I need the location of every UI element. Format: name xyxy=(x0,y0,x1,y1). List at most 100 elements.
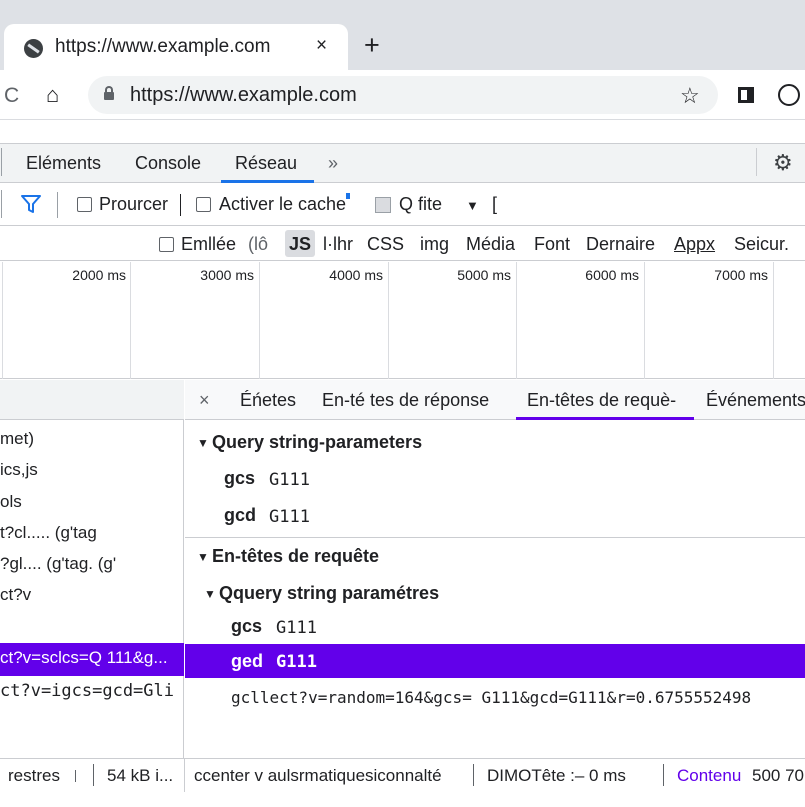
type-security[interactable]: Seicur. xyxy=(734,234,789,255)
tab-network[interactable]: Réseau xyxy=(235,153,297,174)
active-tab-indicator xyxy=(221,180,314,183)
section-title[interactable]: En-têtes de requête xyxy=(212,546,379,567)
request-row[interactable]: ct?v=igcs=gcd=Gli xyxy=(0,676,184,708)
status-content[interactable]: Contenu xyxy=(677,766,741,786)
disable-cache-checkbox[interactable] xyxy=(196,197,211,212)
tab-headers[interactable]: Éńetes xyxy=(240,390,296,411)
lock-icon[interactable] xyxy=(104,86,114,100)
request-row[interactable]: ?gl.... (g'tag. (g' xyxy=(0,549,184,581)
reload-icon[interactable]: C xyxy=(4,84,19,108)
throttle-label[interactable]: Q fite xyxy=(399,194,442,215)
chevron-down-icon[interactable]: ▼ xyxy=(466,198,479,213)
account-icon[interactable] xyxy=(778,84,800,106)
star-icon[interactable]: ☆ xyxy=(680,83,700,109)
divider xyxy=(1,148,2,176)
timeline-label: 7000 ms xyxy=(714,267,768,283)
type-js[interactable]: JS xyxy=(289,234,311,255)
active-tab-indicator xyxy=(516,417,694,420)
divider xyxy=(756,148,757,176)
tab-events[interactable]: Événements xyxy=(706,390,805,411)
request-name: met) xyxy=(0,429,34,448)
status-dom: DIMOTête :– 0 ms xyxy=(487,766,626,785)
triangle-down-icon[interactable]: ▼ xyxy=(197,550,209,564)
request-row[interactable]: ct?v xyxy=(0,580,184,612)
tab-elements[interactable]: Eléments xyxy=(26,153,101,174)
tab-console[interactable]: Console xyxy=(135,153,201,174)
param-key: gcs xyxy=(224,468,256,488)
request-name: ct?v xyxy=(0,585,32,604)
timeline-label: 4000 ms xyxy=(329,267,383,283)
extension-icon[interactable] xyxy=(738,87,754,103)
type-media[interactable]: Média xyxy=(466,234,515,255)
hide-data-urls-checkbox[interactable] xyxy=(159,237,174,252)
request-row[interactable]: met) xyxy=(0,424,184,456)
request-name: ics,js xyxy=(0,460,38,479)
request-name: ols xyxy=(0,492,22,511)
timeline-gridline xyxy=(2,262,3,379)
close-icon[interactable]: × xyxy=(316,35,327,57)
divider xyxy=(57,192,58,218)
type-xhr[interactable]: l·lhr xyxy=(323,234,353,255)
status-center: ccenter v aulsrmatiquesiconnalté xyxy=(194,766,442,785)
timeline-gridline xyxy=(259,262,260,379)
status-right: 500 70 xyxy=(752,766,804,785)
request-row[interactable] xyxy=(0,611,184,643)
raw-request-url: gcllect?v=random=164&gcs= G111&gcd=G111&… xyxy=(231,688,752,707)
type-img[interactable]: img xyxy=(420,234,449,255)
timeline-gridline xyxy=(388,262,389,379)
request-row[interactable]: t?cl..... (g'tag xyxy=(0,518,184,550)
timeline-gridline xyxy=(773,262,774,379)
status-requests: restres xyxy=(8,766,60,785)
request-list-header xyxy=(0,380,184,420)
type-doc[interactable]: Dernaire xyxy=(586,234,655,255)
url-text[interactable]: https://www.example.com xyxy=(130,84,357,107)
divider xyxy=(93,764,94,786)
devtools-tabbar xyxy=(0,143,805,183)
home-icon[interactable]: ⌂ xyxy=(46,82,59,108)
param-value: G111 xyxy=(276,618,317,638)
request-row[interactable]: ols xyxy=(0,487,184,519)
gear-icon[interactable]: ⚙ xyxy=(773,150,793,176)
triangle-down-icon[interactable]: ▼ xyxy=(204,587,216,601)
triangle-down-icon[interactable]: ▼ xyxy=(197,436,209,450)
param-value: G111 xyxy=(276,652,317,672)
request-name: ?gl.... (g'tag. (g' xyxy=(0,554,117,573)
param-value: G111 xyxy=(269,470,310,490)
throttle-icon[interactable] xyxy=(375,197,391,213)
timeline-label: 5000 ms xyxy=(457,267,511,283)
timeline-label: 6000 ms xyxy=(585,267,639,283)
param-key: ged xyxy=(231,651,264,671)
hide-data-urls-label: Emllée xyxy=(181,234,237,254)
disable-cache-label: Activer le cache xyxy=(219,194,347,214)
cache-marker xyxy=(346,193,350,199)
more-tabs-icon[interactable]: » xyxy=(328,153,338,174)
param-key: gcd xyxy=(224,505,257,525)
divider xyxy=(185,537,805,538)
param-value: G111 xyxy=(269,507,310,527)
filter-trailing: [ xyxy=(492,194,498,214)
request-row[interactable]: ics,js xyxy=(0,455,184,487)
type-all[interactable]: (lô xyxy=(248,234,268,255)
tab-request-headers[interactable]: En-têtes de requè- xyxy=(527,390,676,411)
subsection-title[interactable]: Qquery string paramétres xyxy=(219,583,439,604)
request-name: t?cl..... (g'tag xyxy=(0,523,97,542)
tab-response-headers[interactable]: En-té tes de réponse xyxy=(322,390,489,411)
preserve-log-checkbox[interactable] xyxy=(77,197,92,212)
filter-icon[interactable] xyxy=(20,193,42,215)
plus-icon[interactable]: + xyxy=(364,30,380,61)
divider xyxy=(75,770,76,782)
status-transferred: 54 kB i... xyxy=(107,766,174,785)
devtools-gap xyxy=(0,121,805,143)
bottom-strip xyxy=(0,792,805,807)
timeline-label: 2000 ms xyxy=(72,267,126,283)
request-row-selected[interactable]: ct?v=sclcs=Q 111&g... xyxy=(0,643,184,676)
section-title[interactable]: Query string-parameters xyxy=(212,432,422,453)
preserve-log-label: Prourcer xyxy=(99,194,169,214)
close-icon[interactable]: × xyxy=(199,390,210,411)
type-css[interactable]: CSS xyxy=(367,234,404,255)
type-font[interactable]: Font xyxy=(534,234,570,255)
type-manifest[interactable]: Appx xyxy=(674,234,715,255)
param-key: gcs xyxy=(231,616,263,636)
timeline-gridline xyxy=(130,262,131,379)
timeline-gridline xyxy=(644,262,645,379)
